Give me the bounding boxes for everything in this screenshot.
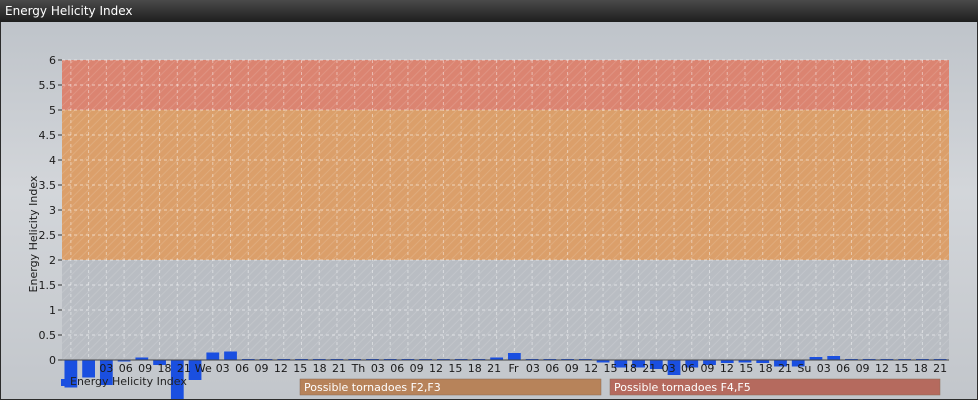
x-tick-label: 06 [681, 362, 695, 375]
x-tick-label: 21 [933, 362, 947, 375]
x-tick-label: 21 [177, 362, 191, 375]
y-tick-label: 0.5 [39, 329, 57, 342]
y-tick-label: 5.5 [39, 79, 57, 92]
x-tick-label: 12 [720, 362, 734, 375]
x-tick-label: 06 [235, 362, 249, 375]
x-tick-label: 09 [700, 362, 714, 375]
x-tick-label: 21 [487, 362, 501, 375]
x-tick-label: 15 [448, 362, 462, 375]
x-tick-label: 21 [778, 362, 792, 375]
x-tick-label: 18 [759, 362, 773, 375]
x-tick-label: Su [797, 362, 811, 375]
x-tick-label: 12 [429, 362, 443, 375]
x-tick-label: 15 [894, 362, 908, 375]
x-tick-label: We [195, 362, 212, 375]
ehi-chart: 0 0.5 1 1.5 2 2.5 3 3.5 4 4.5 5 5.5 6 03 06 09 18 21 We 03… [27, 54, 949, 399]
y-tick-label: 5 [49, 104, 56, 117]
band-label-f2f3-text: Possible tornadoes F2,F3 [304, 381, 441, 394]
legend-label: Energy Helicity Index [70, 375, 187, 388]
y-tick-label: 2 [49, 254, 56, 267]
y-tick-label: 4 [49, 154, 56, 167]
x-tick-label: 03 [371, 362, 385, 375]
x-tick-label: 12 [875, 362, 889, 375]
y-tick-label: 3.5 [39, 179, 57, 192]
chart-panel: 0 0.5 1 1.5 2 2.5 3 3.5 4 4.5 5 5.5 6 03 06 09 18 21 We 03… [1, 22, 977, 399]
x-tick-label: 03 [526, 362, 540, 375]
band-label-f2f3: Possible tornadoes F2,F3 [299, 378, 602, 396]
x-tick-label: 18 [158, 362, 172, 375]
bar[interactable] [224, 351, 237, 361]
window-title: Energy Helicity Index [0, 0, 978, 22]
x-tick-label: 09 [565, 362, 579, 375]
x-tick-label: 09 [254, 362, 268, 375]
x-tick-label: 03 [216, 362, 230, 375]
legend[interactable]: Energy Helicity Index [61, 375, 187, 388]
x-tick-label: 03 [99, 362, 113, 375]
x-tick-label: 21 [642, 362, 656, 375]
legend-swatch [61, 379, 69, 386]
x-tick-label: 06 [836, 362, 850, 375]
y-tick-label: 6 [49, 54, 56, 67]
bar[interactable] [206, 352, 220, 361]
x-tick-label: 18 [623, 362, 637, 375]
x-tick-label: 09 [410, 362, 424, 375]
x-tick-label: 06 [119, 362, 133, 375]
x-tick-label: 15 [739, 362, 753, 375]
bar[interactable] [827, 356, 841, 360]
y-tick-label: 1.5 [39, 279, 57, 292]
y-tick-label: 2.5 [39, 229, 57, 242]
x-tick-label: 03 [817, 362, 831, 375]
x-tick-label: 18 [914, 362, 928, 375]
y-tick-label: 3 [49, 204, 56, 217]
x-tick-label: 06 [390, 362, 404, 375]
y-tick-label: 0 [49, 354, 56, 367]
y-axis-label: Energy Helicity Index [27, 175, 40, 292]
y-tick-label: 4.5 [39, 129, 57, 142]
x-tick-label: 09 [856, 362, 870, 375]
x-tick-label: 21 [332, 362, 346, 375]
x-tick-label: 15 [603, 362, 617, 375]
x-tick-label: 12 [274, 362, 288, 375]
x-tick-label: 09 [138, 362, 152, 375]
band-label-f4f5: Possible tornadoes F4,F5 [609, 378, 941, 396]
x-tick-label: 12 [584, 362, 598, 375]
x-tick-label: 15 [293, 362, 307, 375]
x-tick-label: Th [351, 362, 366, 375]
bar[interactable] [507, 353, 521, 360]
x-tick-label: 18 [468, 362, 482, 375]
y-tick-label: 1 [49, 304, 56, 317]
x-tick-label: 03 [662, 362, 676, 375]
x-tick-label: 18 [313, 362, 327, 375]
band-label-f4f5-text: Possible tornadoes F4,F5 [614, 381, 751, 394]
x-tick-label: Fr [509, 362, 520, 375]
x-tick-label: 06 [545, 362, 559, 375]
